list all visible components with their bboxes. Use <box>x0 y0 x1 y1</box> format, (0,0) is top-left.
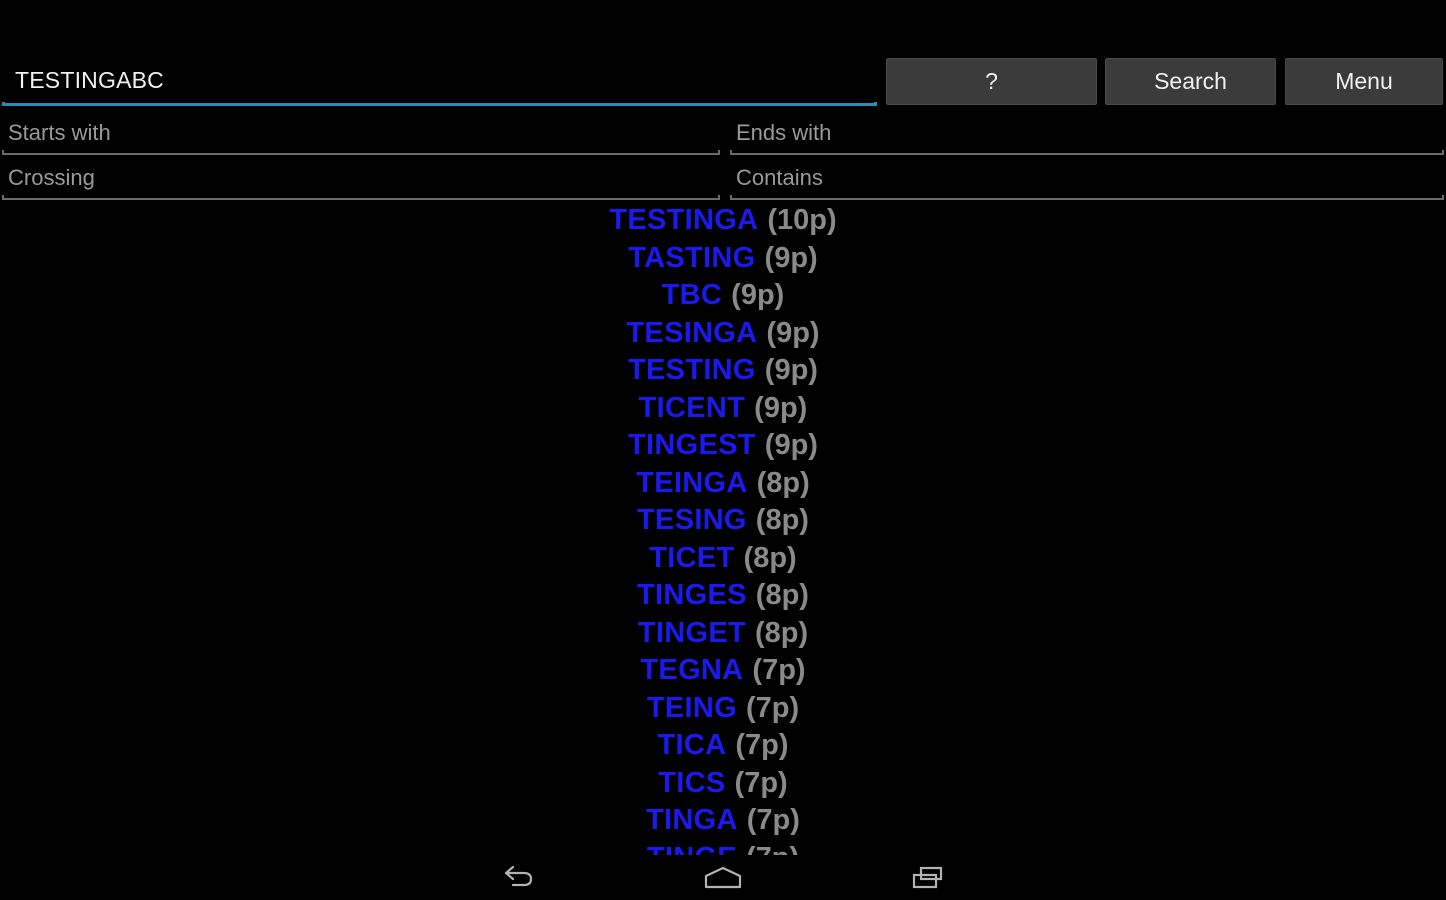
back-icon[interactable] <box>487 858 547 898</box>
word-result-row[interactable]: TESTINGA (10p) <box>0 202 1446 240</box>
word-points: (8p) <box>755 504 809 537</box>
word-result-row[interactable]: TINGEST (9p) <box>0 427 1446 465</box>
word-text: TASTING <box>628 241 756 274</box>
word-points: (10p) <box>767 204 837 237</box>
home-icon[interactable] <box>693 858 753 898</box>
search-button[interactable]: Search <box>1105 58 1276 105</box>
word-points: (7p) <box>746 804 800 837</box>
word-text: TESING <box>637 504 747 537</box>
word-points: (7p) <box>752 654 806 687</box>
word-result-row[interactable]: TESING (8p) <box>0 502 1446 540</box>
word-result-row[interactable]: TEING (7p) <box>0 690 1446 728</box>
word-result-row[interactable]: TINGET (8p) <box>0 615 1446 653</box>
word-result-row[interactable]: TESTING (9p) <box>0 352 1446 390</box>
word-results-list[interactable]: TESTINGA (10p) TASTING (9p) TBC (9p) TESINGA (9… <box>0 202 1446 857</box>
word-points: (8p) <box>756 466 810 499</box>
word-text: TICS <box>658 766 726 799</box>
word-points: (9p) <box>754 391 808 424</box>
menu-button[interactable]: Menu <box>1285 58 1443 105</box>
ends-with-placeholder: Ends with <box>736 120 832 145</box>
word-points: (7p) <box>735 729 789 762</box>
word-points: (7p) <box>734 766 788 799</box>
word-points: (9p) <box>764 354 818 387</box>
starts-with-underline <box>2 150 720 155</box>
word-points: (9p) <box>764 429 818 462</box>
word-text: TINGEST <box>628 429 756 462</box>
word-text: TBC <box>661 279 723 312</box>
word-text: TICA <box>657 729 727 762</box>
filter-fields: Starts with Ends with Crossing Contains <box>0 112 1446 202</box>
search-row: TESTINGABC ? Search Menu <box>0 55 1446 112</box>
recents-icon[interactable] <box>899 858 959 898</box>
word-result-row[interactable]: TICA (7p) <box>0 727 1446 765</box>
search-input-underline <box>2 102 877 106</box>
word-result-row[interactable]: TINGA (7p) <box>0 802 1446 840</box>
word-result-row[interactable]: TESINGA (9p) <box>0 315 1446 353</box>
word-points: (9p) <box>731 279 785 312</box>
word-result-row[interactable]: TINGES (8p) <box>0 577 1446 615</box>
word-text: TESTING <box>628 354 756 387</box>
help-button[interactable]: ? <box>886 58 1097 105</box>
ends-with-underline <box>730 150 1444 155</box>
starts-with-input[interactable]: Starts with <box>0 112 722 157</box>
word-text: TICET <box>649 541 735 574</box>
app-root: TESTINGABC ? Search Menu Starts with End… <box>0 0 1446 900</box>
contains-placeholder: Contains <box>736 165 823 190</box>
word-result-row[interactable]: TICS (7p) <box>0 765 1446 803</box>
word-text: TESINGA <box>626 316 758 349</box>
word-text: TEGNA <box>640 654 744 687</box>
word-result-row[interactable]: TICENT (9p) <box>0 390 1446 428</box>
word-points: (7p) <box>745 691 800 724</box>
crossing-underline <box>2 195 720 200</box>
word-text: TEINGA <box>636 466 748 499</box>
crossing-placeholder: Crossing <box>8 165 95 190</box>
word-points: (9p) <box>766 316 820 349</box>
word-result-row[interactable]: TEGNA (7p) <box>0 652 1446 690</box>
crossing-input[interactable]: Crossing <box>0 157 722 202</box>
word-text: TINGES <box>637 579 747 612</box>
starts-with-placeholder: Starts with <box>8 120 111 145</box>
android-navigation-bar <box>0 855 1446 900</box>
contains-underline <box>730 195 1444 200</box>
ends-with-input[interactable]: Ends with <box>728 112 1446 157</box>
word-text: TINGET <box>637 616 746 649</box>
word-text: TICENT <box>638 391 746 424</box>
word-result-row[interactable]: TASTING (9p) <box>0 240 1446 278</box>
search-input[interactable]: TESTINGABC <box>0 55 877 106</box>
status-bar <box>0 0 1446 55</box>
word-text: TEING <box>646 691 737 724</box>
word-result-row[interactable]: TBC (9p) <box>0 277 1446 315</box>
word-result-row[interactable]: TICET (8p) <box>0 540 1446 578</box>
search-input-value: TESTINGABC <box>15 67 164 93</box>
word-points: (9p) <box>764 241 818 274</box>
word-text: TINGA <box>646 804 738 837</box>
word-points: (8p) <box>743 541 797 574</box>
contains-input[interactable]: Contains <box>728 157 1446 202</box>
word-result-row[interactable]: TEINGA (8p) <box>0 465 1446 503</box>
word-points: (8p) <box>754 616 809 649</box>
word-text: TESTINGA <box>609 204 759 237</box>
word-points: (8p) <box>755 579 809 612</box>
